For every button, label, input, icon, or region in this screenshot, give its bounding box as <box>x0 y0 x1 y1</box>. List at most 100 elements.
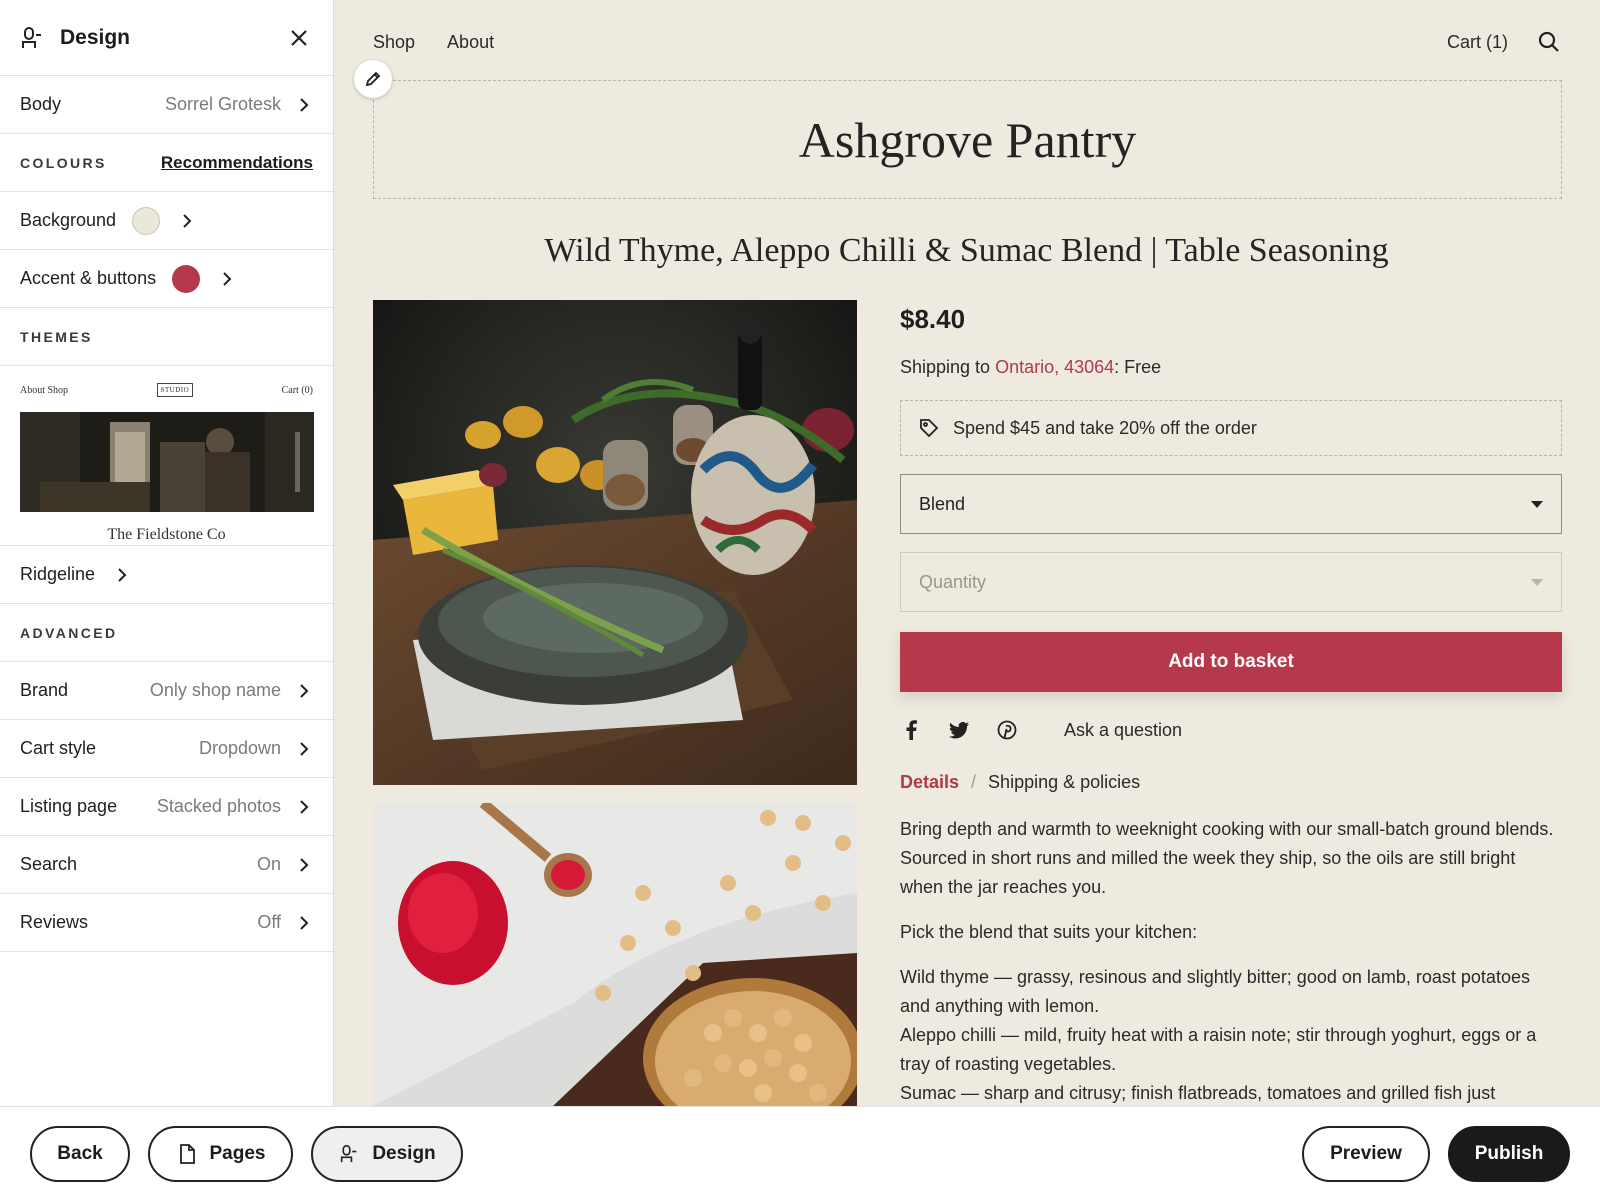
brand-value: Only shop name <box>149 680 281 700</box>
body-font-label: Body <box>20 94 62 114</box>
chevron-right-icon <box>218 270 236 288</box>
tab-separator: / <box>971 772 977 792</box>
theme-ridgeline-label: Ridgeline <box>20 564 96 584</box>
product-photo-main[interactable] <box>373 300 857 785</box>
editor-bottom-bar: Back Pages Design Preview Publish <box>0 1106 1600 1200</box>
listing-page-row[interactable]: Listing page Stacked photos <box>0 778 333 836</box>
colours-section-header: COLOURS Recommendations <box>0 134 333 192</box>
design-sidebar: Design Body Sorrel Grotesk COLOURS Recom… <box>0 0 334 1106</box>
shipping-location-link[interactable]: Ontario, 43064 <box>995 357 1114 377</box>
pinterest-icon[interactable] <box>996 719 1018 741</box>
brand-row[interactable]: Brand Only shop name <box>0 662 333 720</box>
shipping-line: Shipping to Ontario, 43064: Free <box>900 357 1562 378</box>
chevron-right-icon <box>295 914 313 932</box>
theme-preview-nav: About Shop STUDIO Cart (0) <box>20 380 313 400</box>
description-paragraph: Wild thyme — grassy, resinous and slight… <box>900 967 1530 1016</box>
variant-select-value: Blend <box>919 493 966 514</box>
description-paragraph: Aleppo chilli — mild, fruity heat with a… <box>900 1025 1537 1074</box>
product-description: Bring depth and warmth to weeknight cook… <box>900 815 1562 1106</box>
chevron-right-icon <box>178 212 196 230</box>
store-top-nav: Shop About Cart (1) <box>373 28 1560 56</box>
variant-select[interactable]: Blend <box>900 474 1562 534</box>
cart-style-row[interactable]: Cart style Dropdown <box>0 720 333 778</box>
search-setting-row[interactable]: Search On <box>0 836 333 894</box>
add-to-basket-button[interactable]: Add to basket <box>900 632 1562 692</box>
description-paragraph: Sumac — sharp and citrusy; finish flatbr… <box>900 1083 1496 1103</box>
back-button[interactable]: Back <box>30 1125 130 1182</box>
search-setting-value: On <box>256 854 281 874</box>
product-title: Wild Thyme, Aleppo Chilli & Sumac Blend … <box>544 232 1389 269</box>
tab-details[interactable]: Details <box>900 772 959 793</box>
listing-page-label: Listing page <box>20 796 118 816</box>
search-setting-label: Search <box>20 854 78 874</box>
background-colour-row[interactable]: Background <box>0 192 333 250</box>
recommendations-link[interactable]: Recommendations <box>161 153 313 173</box>
caret-down-icon <box>1531 578 1543 586</box>
page-icon <box>176 1143 198 1165</box>
themes-heading: THEMES <box>20 328 93 345</box>
search-icon[interactable] <box>1538 31 1560 53</box>
body-font-value: Sorrel Grotesk <box>164 94 281 114</box>
price-tag-icon <box>919 418 939 438</box>
chevron-right-icon <box>295 96 313 114</box>
store-brand-name: Ashgrove Pantry <box>798 111 1137 168</box>
design-button-label: Design <box>372 1142 436 1164</box>
product-price: $8.40 <box>900 304 966 334</box>
description-paragraph: Pick the blend that suits your kitchen: <box>900 922 1198 942</box>
edit-pencil-icon[interactable] <box>354 60 392 98</box>
twitter-icon[interactable] <box>948 719 970 741</box>
background-colour-label: Background <box>20 210 117 230</box>
body-font-row[interactable]: Body Sorrel Grotesk <box>0 76 333 134</box>
chevron-right-icon <box>295 856 313 874</box>
accent-colour-swatch[interactable] <box>172 264 201 293</box>
caret-down-icon <box>1531 500 1543 508</box>
advanced-section-header: ADVANCED <box>0 604 333 662</box>
quantity-select[interactable]: Quantity <box>900 552 1562 612</box>
preview-button[interactable]: Preview <box>1302 1125 1430 1182</box>
shipping-cost: : Free <box>1114 357 1162 377</box>
product-photo-secondary[interactable] <box>373 803 857 1106</box>
theme-preview-nav-links: About Shop <box>20 384 69 396</box>
advanced-heading: ADVANCED <box>20 624 118 641</box>
product-tabs: Details / Shipping & policies <box>900 772 1562 793</box>
accent-colour-label: Accent & buttons <box>20 268 157 288</box>
themes-section-header: THEMES <box>0 308 333 366</box>
close-icon[interactable] <box>285 24 313 52</box>
theme-preview-name: The Fieldstone Co <box>107 526 226 543</box>
storefront-preview: Shop About Cart (1) Ashgrove Pantry Wild… <box>334 0 1600 1106</box>
brand-label: Brand <box>20 680 69 700</box>
nav-cart-link[interactable]: Cart (1) <box>1447 32 1508 53</box>
shipping-prefix: Shipping to <box>900 357 996 377</box>
cart-style-value: Dropdown <box>198 738 281 758</box>
listing-page-value: Stacked photos <box>156 796 281 816</box>
nav-shop-link[interactable]: Shop <box>373 32 415 53</box>
chevron-right-icon <box>295 798 313 816</box>
ask-question-link[interactable]: Ask a question <box>1064 720 1182 741</box>
theme-preview-logo: STUDIO <box>156 383 194 397</box>
theme-preview-image <box>20 412 314 512</box>
theme-preview-cart: Cart (0) <box>281 384 313 396</box>
theme-ridgeline-row[interactable]: Ridgeline <box>0 546 333 604</box>
nav-about-link[interactable]: About <box>447 32 494 53</box>
facebook-icon[interactable] <box>900 719 922 741</box>
design-button[interactable]: Design <box>311 1125 463 1182</box>
brand-header-box[interactable]: Ashgrove Pantry <box>373 80 1562 199</box>
chevron-right-icon <box>295 682 313 700</box>
sidebar-title: Design <box>60 25 131 49</box>
pages-button[interactable]: Pages <box>148 1125 293 1182</box>
theme-preview-card[interactable]: About Shop STUDIO Cart (0) The Fieldston… <box>0 366 333 546</box>
sidebar-header: Design <box>0 0 333 76</box>
promo-text: Spend $45 and take 20% off the order <box>953 417 1257 438</box>
tab-shipping-policies[interactable]: Shipping & policies <box>988 772 1140 793</box>
accent-colour-row[interactable]: Accent & buttons <box>0 250 333 308</box>
pages-button-label: Pages <box>209 1142 266 1164</box>
promo-banner: Spend $45 and take 20% off the order <box>900 400 1562 456</box>
description-paragraph: Bring depth and warmth to weeknight cook… <box>900 819 1554 897</box>
reviews-setting-row[interactable]: Reviews Off <box>0 894 333 952</box>
design-icon <box>20 26 44 50</box>
quantity-select-placeholder: Quantity <box>919 571 987 592</box>
chevron-right-icon <box>295 740 313 758</box>
background-colour-swatch[interactable] <box>132 206 161 235</box>
reviews-setting-value: Off <box>257 912 281 932</box>
publish-button[interactable]: Publish <box>1448 1125 1570 1182</box>
